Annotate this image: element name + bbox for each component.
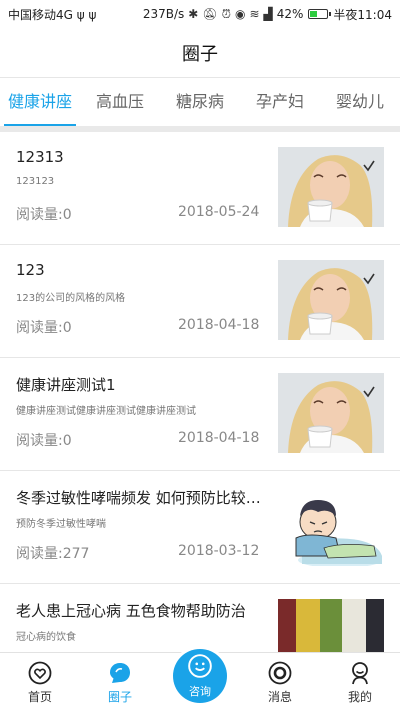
article-title: 123: [16, 261, 45, 279]
status-bar: 中国移动4G ψ ψ 237B/s ✱ 🔕︎ ⏰︎ ◉ ≋ ▟ 42% 半夜11…: [0, 0, 400, 28]
category-tabs: 健康讲座 高血压 糖尿病 孕产妇 婴幼儿: [0, 78, 400, 126]
article-thumbnail: [278, 373, 384, 453]
nav-item-4[interactable]: 我的: [320, 653, 400, 711]
article-thumbnail: [278, 599, 384, 652]
article-desc: 健康讲座测试健康讲座测试健康讲座测试: [16, 406, 196, 417]
tab-0[interactable]: 健康讲座: [0, 78, 80, 126]
article-desc: 123123: [16, 176, 55, 187]
consult-button[interactable]: 咨询: [173, 649, 227, 703]
mute-icon: 🔕︎: [202, 7, 218, 21]
article-list: 12313 123123 阅读量:0 2018-05-24 123 123的公司的风格的…: [0, 132, 400, 652]
publish-date: 2018-03-12: [178, 543, 260, 559]
article-desc: 预防冬季过敏性哮喘: [16, 519, 106, 530]
list-item[interactable]: 老人患上冠心病 五色食物帮助防治冠心病的饮食: [0, 584, 400, 652]
tab-3[interactable]: 孕产妇: [240, 78, 320, 126]
nav-label: 圈子: [107, 690, 132, 704]
alarm-icon: ⏰︎: [221, 6, 231, 21]
read-count: 阅读量:0: [16, 433, 72, 449]
list-item[interactable]: 冬季过敏性哮喘频发 如何预防比较… 预防冬季过敏性哮喘阅读量:277 2018-03…: [0, 471, 400, 584]
signal-icon: ▟: [263, 7, 273, 21]
tab-2[interactable]: 糖尿病: [160, 78, 240, 126]
nav-item-1[interactable]: 圈子: [80, 653, 160, 711]
list-item[interactable]: 12313 123123 阅读量:0 2018-05-24: [0, 132, 400, 245]
nav-label: 我的: [347, 690, 372, 704]
read-count: 阅读量:277: [16, 546, 90, 562]
article-desc: 冠心病的饮食: [16, 632, 76, 643]
battery-percent: 42%: [276, 7, 304, 21]
bottom-nav: 首页 圈子 咨询 消息 我的: [0, 649, 400, 711]
list-item[interactable]: 健康讲座测试1 健康讲座测试健康讲座测试健康讲座测试阅读量:0 2018-04-18: [0, 358, 400, 471]
title-bar: 圈子: [0, 28, 400, 78]
tab-4[interactable]: 婴幼儿: [320, 78, 400, 126]
smiley-icon: [187, 653, 213, 682]
heart-icon: [28, 661, 52, 688]
publish-date: 2018-05-24: [178, 204, 260, 220]
carrier-text: 中国移动4G ψ ψ: [8, 7, 97, 22]
read-count: 阅读量:0: [16, 320, 72, 336]
eye-icon: ◉: [234, 7, 246, 21]
article-title: 健康讲座测试1: [16, 376, 116, 394]
nav-label: 首页: [27, 690, 52, 704]
list-item[interactable]: 123 123的公司的风格的风格阅读量:0 2018-04-18: [0, 245, 400, 358]
publish-date: 2018-04-18: [178, 317, 260, 333]
nav-item-0[interactable]: 首页: [0, 653, 80, 711]
read-count: 阅读量:0: [16, 207, 72, 223]
article-thumbnail: [278, 147, 384, 227]
article-title: 老人患上冠心病 五色食物帮助防治: [16, 602, 246, 620]
article-thumbnail: [278, 260, 384, 340]
article-thumbnail: [278, 486, 384, 566]
wifi-icon: ≋: [249, 7, 260, 21]
nav-item-2[interactable]: 咨询: [160, 649, 240, 711]
bluetooth-icon: ✱: [188, 7, 199, 21]
clock: 半夜11:04: [333, 7, 392, 22]
page-title: 圈子: [182, 43, 218, 65]
nav-item-3[interactable]: 消息: [240, 653, 320, 711]
tab-1[interactable]: 高血压: [80, 78, 160, 126]
article-title: 冬季过敏性哮喘频发 如何预防比较…: [16, 489, 261, 507]
nav-label: 消息: [267, 690, 292, 704]
publish-date: 2018-04-18: [178, 430, 260, 446]
network-speed: 237B/s: [142, 7, 185, 21]
target-icon: [268, 661, 292, 688]
person-icon: [348, 661, 372, 688]
nav-label: 咨询: [189, 685, 211, 698]
article-title: 12313: [16, 148, 64, 166]
battery-icon: [308, 9, 332, 19]
article-desc: 123的公司的风格的风格: [16, 293, 126, 304]
chat-bubble-icon: [108, 661, 132, 688]
